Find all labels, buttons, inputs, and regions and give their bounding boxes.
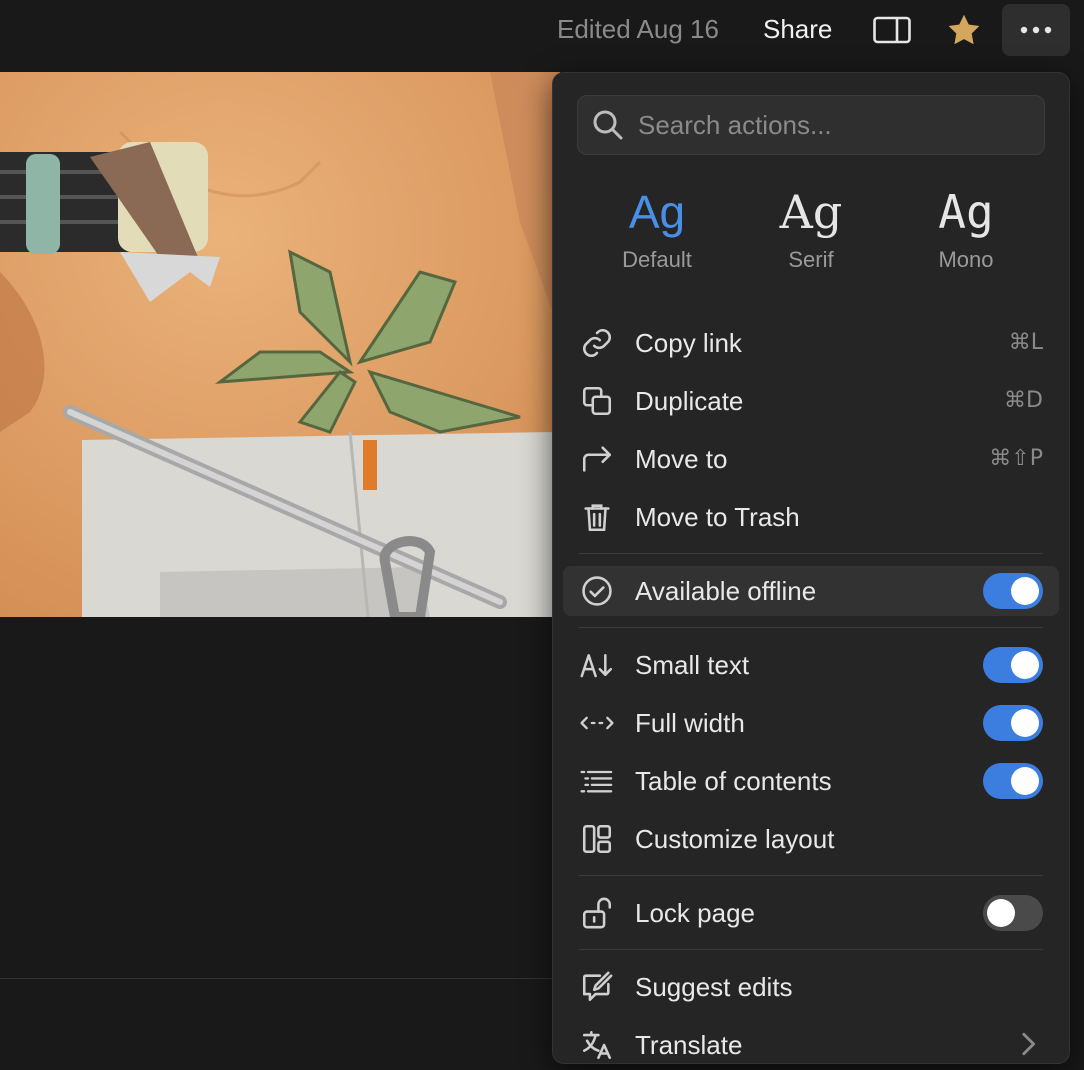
- menu-item-customize-layout[interactable]: Customize layout: [563, 814, 1059, 864]
- menu-item-label: Duplicate: [635, 386, 744, 416]
- page-options-menu: Ag Default Ag Serif Ag Mono Copy link ⌘L…: [552, 72, 1070, 1064]
- toggle-knob: [987, 899, 1015, 927]
- menu-item-lock-page[interactable]: Lock page: [563, 888, 1059, 938]
- font-sample: Ag: [938, 185, 994, 239]
- check-circle-icon: [579, 574, 615, 608]
- toggle-knob: [1011, 651, 1039, 679]
- toggle-knob: [1011, 577, 1039, 605]
- menu-item-translate[interactable]: Translate: [563, 1020, 1059, 1070]
- menu-item-label: Suggest edits: [635, 972, 793, 1002]
- shortcut-hint: ⌘D: [1004, 388, 1043, 413]
- trash-icon: [579, 500, 615, 534]
- font-sample: Ag: [628, 186, 686, 238]
- font-selector: Ag Default Ag Serif Ag Mono: [577, 183, 1043, 293]
- chevron-right-icon: [1022, 1032, 1035, 1056]
- content-divider: [0, 978, 560, 979]
- top-bar: Edited Aug 16 Share: [0, 0, 1084, 72]
- shortcut-hint: ⌘L: [1008, 330, 1043, 355]
- more-options-button[interactable]: [1002, 4, 1070, 56]
- menu-divider: [579, 949, 1043, 950]
- full-width-toggle[interactable]: [983, 705, 1043, 741]
- font-option-default[interactable]: Ag Default: [587, 183, 727, 273]
- font-option-label: Mono: [938, 247, 994, 272]
- menu-item-label: Move to Trash: [635, 502, 800, 532]
- menu-item-label: Available offline: [635, 576, 817, 606]
- toggle-knob: [1011, 767, 1039, 795]
- menu-item-table-of-contents[interactable]: Table of contents: [563, 756, 1059, 806]
- menu-divider: [579, 875, 1043, 876]
- link-icon: [579, 326, 615, 360]
- favorite-button[interactable]: [944, 14, 984, 46]
- full-width-icon: [579, 706, 615, 740]
- sidebar-panel-icon: [873, 16, 911, 44]
- menu-item-copy-link[interactable]: Copy link ⌘L: [563, 318, 1059, 368]
- menu-item-duplicate[interactable]: Duplicate ⌘D: [563, 376, 1059, 426]
- menu-item-move-to-trash[interactable]: Move to Trash: [563, 492, 1059, 542]
- menu-item-full-width[interactable]: Full width: [563, 698, 1059, 748]
- small-text-icon: [579, 648, 615, 682]
- offline-toggle[interactable]: [983, 573, 1043, 609]
- search-icon: [593, 110, 623, 140]
- toggle-knob: [1011, 709, 1039, 737]
- font-option-label: Default: [622, 247, 692, 272]
- suggest-edit-icon: [579, 970, 615, 1004]
- menu-item-suggest-edits[interactable]: Suggest edits: [563, 962, 1059, 1012]
- small-text-toggle[interactable]: [983, 647, 1043, 683]
- font-option-label: Serif: [788, 247, 834, 272]
- shortcut-hint: ⌘⇧P: [989, 446, 1043, 471]
- menu-item-label: Move to: [635, 444, 728, 474]
- menu-item-label: Translate: [635, 1030, 743, 1060]
- menu-item-label: Table of contents: [635, 766, 832, 796]
- menu-item-available-offline[interactable]: Available offline: [563, 566, 1059, 616]
- menu-item-label: Customize layout: [635, 824, 835, 854]
- menu-item-label: Full width: [635, 708, 745, 738]
- layout-icon: [579, 822, 615, 856]
- font-option-serif[interactable]: Ag Serif: [741, 183, 881, 273]
- table-of-contents-toggle[interactable]: [983, 763, 1043, 799]
- font-sample: Ag: [779, 185, 843, 239]
- menu-item-move-to[interactable]: Move to ⌘⇧P: [563, 434, 1059, 484]
- menu-item-label: Small text: [635, 650, 750, 680]
- move-arrow-icon: [579, 442, 615, 476]
- search-actions-box[interactable]: [577, 95, 1045, 155]
- menu-item-label: Copy link: [635, 328, 742, 358]
- translate-icon: [579, 1028, 615, 1062]
- search-actions-input[interactable]: [636, 104, 1030, 146]
- share-button[interactable]: Share: [763, 13, 832, 45]
- lock-page-toggle[interactable]: [983, 895, 1043, 931]
- table-of-contents-icon: [579, 764, 615, 798]
- font-option-mono[interactable]: Ag Mono: [896, 183, 1036, 273]
- unlock-icon: [579, 896, 615, 930]
- menu-item-small-text[interactable]: Small text: [563, 640, 1059, 690]
- edited-timestamp: Edited Aug 16: [557, 14, 719, 44]
- more-dots-icon: [1020, 26, 1052, 34]
- sidebar-toggle-button[interactable]: [872, 14, 912, 46]
- menu-divider: [579, 627, 1043, 628]
- menu-item-label: Lock page: [635, 898, 755, 928]
- menu-divider: [579, 553, 1043, 554]
- cover-image: [0, 72, 560, 617]
- star-icon: [948, 14, 980, 45]
- duplicate-icon: [579, 384, 615, 418]
